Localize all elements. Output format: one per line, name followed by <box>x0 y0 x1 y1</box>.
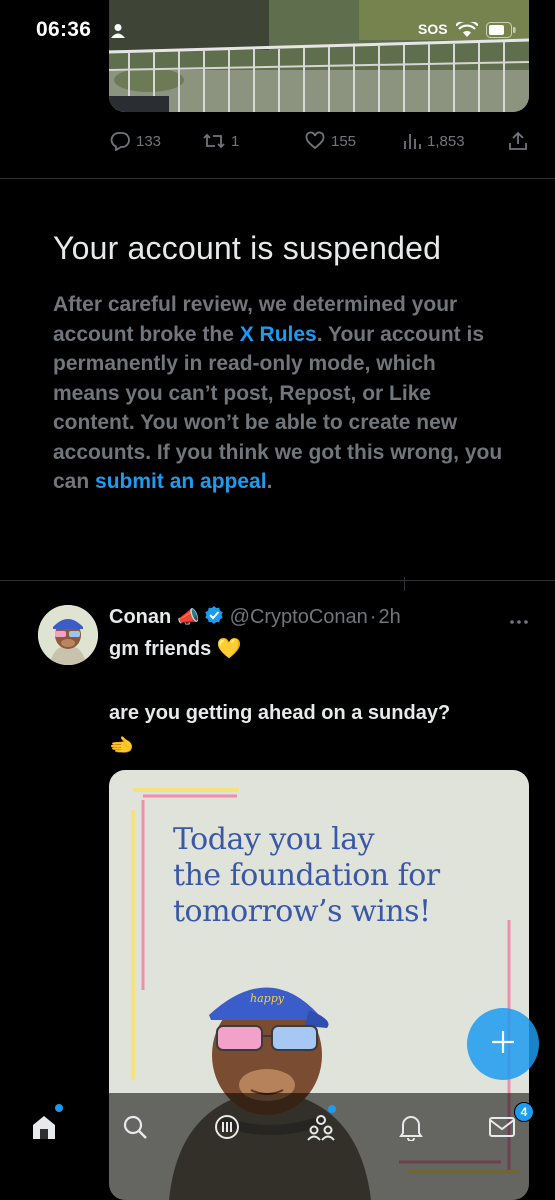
card-line-1: Today you lay <box>173 822 375 857</box>
reply-count: 133 <box>136 132 162 150</box>
search-icon <box>122 1114 148 1145</box>
communities-icon <box>306 1113 336 1146</box>
suspension-title: Your account is suspended <box>53 230 442 266</box>
tweet-header: Conan 📣 @CryptoConan · 2h <box>109 602 401 632</box>
more-options-icon[interactable] <box>509 612 529 630</box>
status-bar: 06:36 SOS <box>0 0 555 60</box>
plus-icon <box>490 1029 516 1060</box>
nav-communities[interactable] <box>303 1111 339 1147</box>
megaphone-emoji: 📣 <box>177 606 200 627</box>
card-line-2: the foundation for <box>173 858 440 893</box>
tweet-text-line-3: 🫲 <box>109 735 134 757</box>
submit-appeal-link[interactable]: submit an appeal <box>95 470 267 493</box>
repost-icon <box>203 131 225 151</box>
bell-icon <box>398 1113 424 1146</box>
x-rules-link[interactable]: X Rules <box>240 323 317 346</box>
tweet-text-line-2: are you getting ahead on a sunday? <box>109 702 451 724</box>
cap-text: happy <box>250 992 285 1005</box>
like-button[interactable]: 155 <box>305 126 356 156</box>
home-icon <box>29 1112 59 1147</box>
author-handle[interactable]: @CryptoConan <box>230 606 368 629</box>
nav-home[interactable] <box>26 1111 62 1147</box>
reply-button[interactable]: 133 <box>110 126 161 156</box>
heart-icon <box>305 131 325 151</box>
bottom-nav <box>0 1093 555 1200</box>
nav-notifications[interactable] <box>393 1111 429 1147</box>
separator-dot: · <box>369 605 377 628</box>
share-button[interactable] <box>508 126 528 156</box>
envelope-icon <box>488 1115 516 1144</box>
repost-count: 1 <box>231 132 240 150</box>
suspension-message: After careful review, we determined your… <box>53 290 503 497</box>
nav-search[interactable] <box>117 1111 153 1147</box>
compose-button[interactable] <box>467 1008 539 1080</box>
tweet-action-bar: 133 1 155 1,853 <box>0 126 555 156</box>
divider <box>0 178 555 179</box>
suspension-text-3: . <box>266 470 273 493</box>
author-name[interactable]: Conan <box>109 606 171 629</box>
tweet-age[interactable]: 2h <box>378 606 400 629</box>
battery-icon <box>486 22 516 43</box>
verified-badge-icon <box>204 605 224 630</box>
card-line-3: tomorrow’s wins! <box>173 894 431 929</box>
divider <box>0 580 555 581</box>
card-quote: Today you lay the foundation for tomorro… <box>173 822 440 930</box>
wifi-icon <box>455 19 479 43</box>
reply-icon <box>110 131 130 151</box>
analytics-icon <box>403 131 421 151</box>
avatar[interactable] <box>38 605 98 665</box>
nav-grok[interactable] <box>209 1111 245 1147</box>
grok-icon <box>213 1113 241 1146</box>
communities-unread-dot <box>328 1105 336 1113</box>
messages-badge: 4 <box>514 1102 534 1122</box>
sos-indicator: SOS <box>418 21 448 37</box>
views-button[interactable]: 1,853 <box>403 126 465 156</box>
status-time: 06:36 <box>36 18 92 41</box>
person-icon <box>111 23 125 44</box>
share-icon <box>508 131 528 151</box>
like-count: 155 <box>331 132 357 150</box>
suspension-text-2: . Your account is permanently in read-on… <box>53 322 503 494</box>
repost-button[interactable]: 1 <box>203 126 239 156</box>
home-unread-dot <box>55 1104 63 1112</box>
tweet-text-line-1: gm friends 💛 <box>109 638 242 660</box>
views-count: 1,853 <box>427 132 465 150</box>
